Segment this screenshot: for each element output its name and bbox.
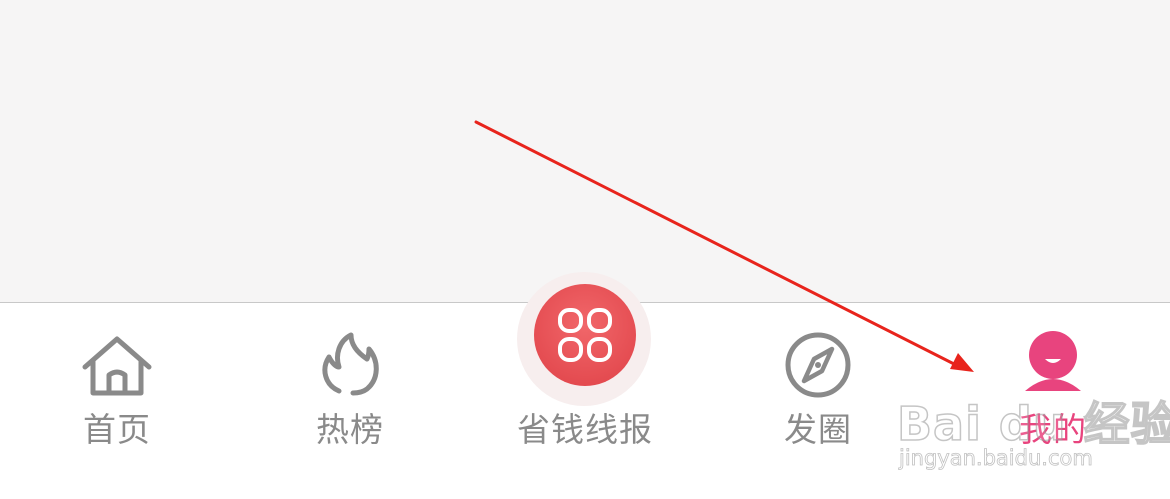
app-screen: 首页 热榜 省钱线报 发圈 我的 jingyan.baidu.com <box>0 0 1170 499</box>
user-avatar-icon <box>1025 331 1081 391</box>
home-icon <box>82 336 152 396</box>
deals-center-button[interactable] <box>534 284 636 386</box>
tab-mine-label: 我的 <box>1019 410 1087 449</box>
tab-circle[interactable]: 发圈 <box>718 303 918 499</box>
content-area <box>0 0 1170 302</box>
four-petals-icon <box>558 308 612 362</box>
tab-hot-label: 热榜 <box>316 410 384 449</box>
tab-home[interactable]: 首页 <box>17 303 217 499</box>
tab-mine[interactable]: 我的 <box>953 303 1153 499</box>
flame-icon <box>322 332 379 396</box>
tab-circle-label: 发圈 <box>784 410 852 449</box>
tab-home-label: 首页 <box>83 410 151 449</box>
tab-deals-label: 省钱线报 <box>517 410 653 449</box>
compass-icon <box>785 332 851 398</box>
tab-hot[interactable]: 热榜 <box>250 303 450 499</box>
